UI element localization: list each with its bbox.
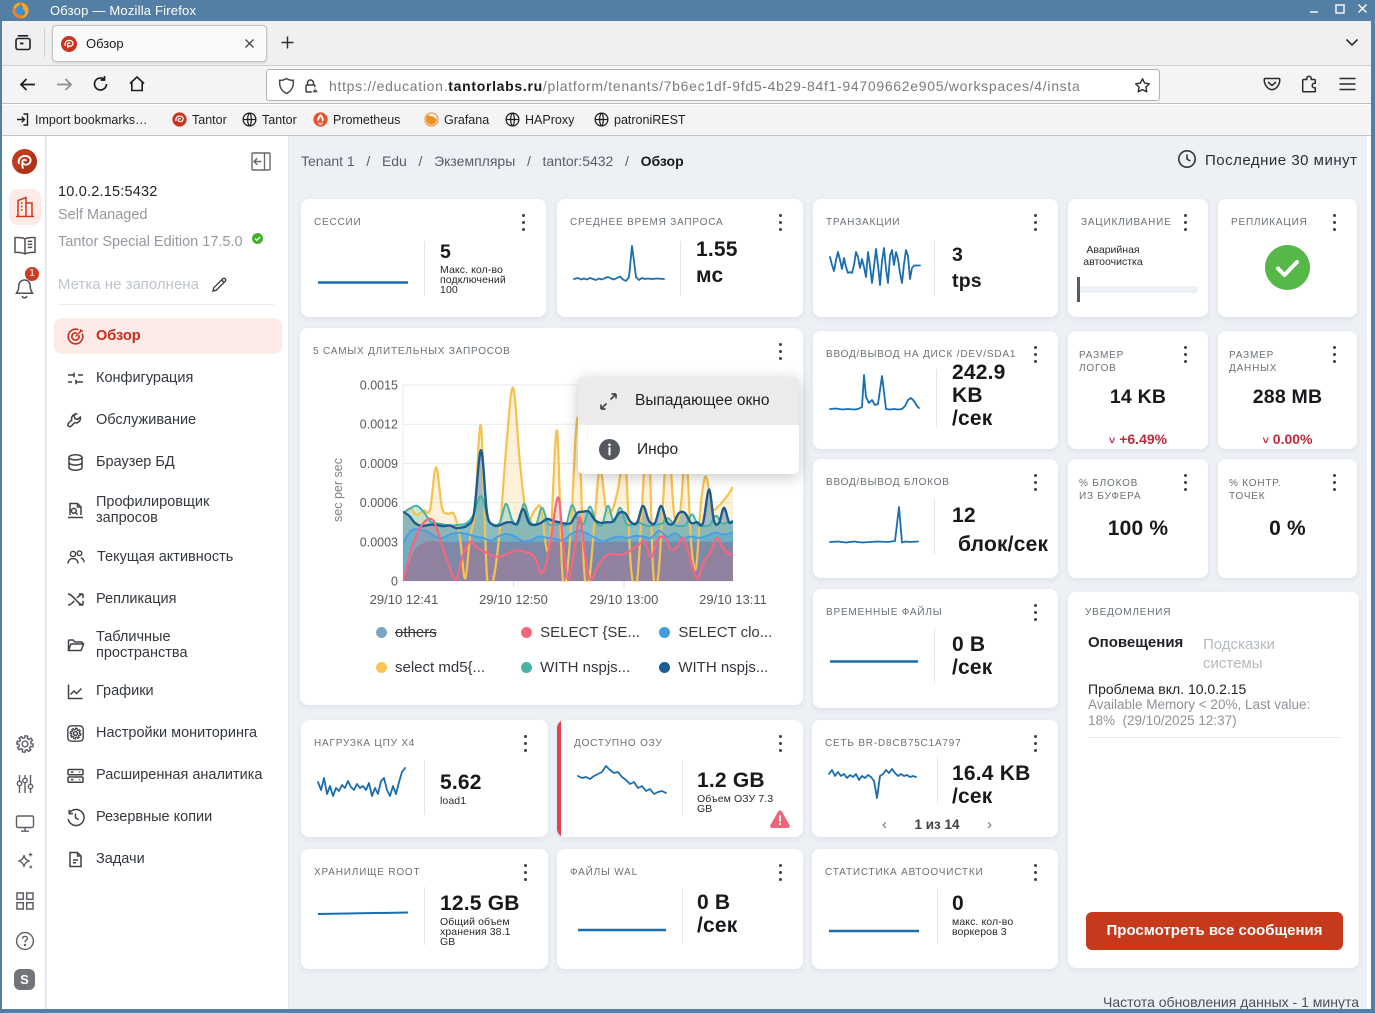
svg-text:0.0009: 0.0009 xyxy=(360,457,398,471)
svg-text:0.0012: 0.0012 xyxy=(360,418,398,432)
svg-text:0: 0 xyxy=(391,575,398,589)
svg-text:29/10 12:50: 29/10 12:50 xyxy=(479,592,548,607)
svg-text:0.0003: 0.0003 xyxy=(360,535,398,549)
svg-text:0.0015: 0.0015 xyxy=(360,379,398,393)
svg-text:0.0006: 0.0006 xyxy=(360,496,398,510)
svg-text:29/10 13:11: 29/10 13:11 xyxy=(699,592,767,607)
svg-text:29/10 12:41: 29/10 12:41 xyxy=(370,592,439,607)
svg-text:29/10 13:00: 29/10 13:00 xyxy=(590,592,659,607)
svg-text:sec per sec: sec per sec xyxy=(331,458,345,522)
